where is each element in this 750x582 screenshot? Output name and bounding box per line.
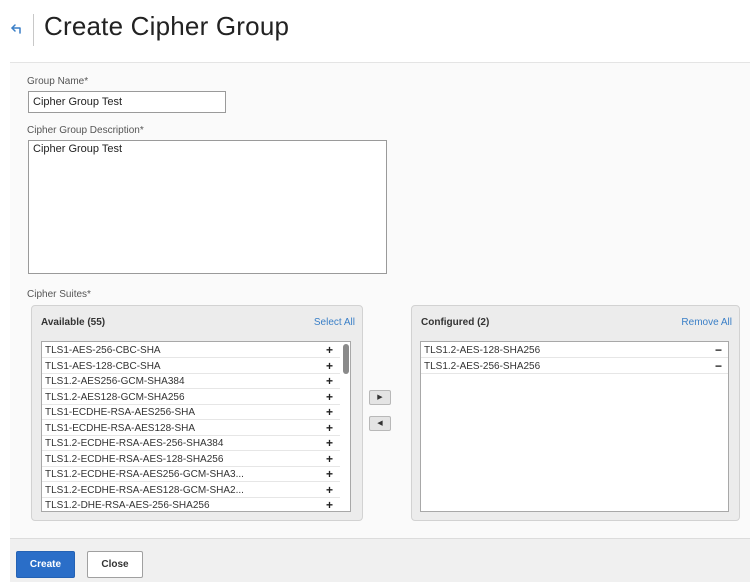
available-item-label: TLS1-ECDHE-RSA-AES128-SHA: [45, 422, 196, 434]
available-item-label: TLS1.2-DHE-RSA-AES-256-SHA256: [45, 500, 210, 511]
available-item-label: TLS1.2-AES128-GCM-SHA256: [45, 391, 185, 403]
available-item-label: TLS1.2-ECDHE-RSA-AES256-GCM-SHA3...: [45, 469, 244, 480]
configured-title: Configured (2): [421, 317, 490, 328]
remove-icon[interactable]: −: [715, 359, 722, 374]
available-item[interactable]: TLS1.2-AES256-GCM-SHA384 +: [42, 374, 340, 389]
add-icon[interactable]: +: [326, 452, 333, 467]
create-cipher-group-form: Group Name* Cipher Group Description* Ci…: [10, 62, 750, 538]
move-left-button[interactable]: ◀: [369, 416, 391, 431]
add-icon[interactable]: +: [326, 436, 333, 451]
configured-item[interactable]: TLS1.2-AES-128-SHA256 −: [421, 343, 728, 358]
available-list[interactable]: TLS1-AES-256-CBC-SHA + TLS1-AES-128-CBC-SH…: [41, 341, 351, 512]
available-item-label: TLS1-AES-256-CBC-SHA: [45, 345, 161, 356]
add-icon[interactable]: +: [326, 405, 333, 420]
available-item[interactable]: TLS1.2-ECDHE-RSA-AES128-GCM-SHA2... +: [42, 483, 340, 498]
configured-list[interactable]: TLS1.2-AES-128-SHA256− TLS1.2-AES-256-SHA…: [420, 341, 729, 512]
add-icon[interactable]: +: [326, 374, 333, 389]
available-item-label: TLS1.2-AES256-GCM-SHA384: [45, 376, 185, 387]
available-item-label: TLS1-ECDHE-RSA-AES256-SHA: [45, 407, 196, 418]
available-item[interactable]: TLS1-AES-128-CBC-SHA +: [42, 359, 340, 374]
add-icon[interactable]: +: [326, 359, 333, 374]
available-item-label: TLS1.2-ECDHE-RSA-AES-128-SHA256: [45, 453, 224, 465]
add-icon[interactable]: +: [326, 421, 333, 436]
create-button[interactable]: Create: [16, 551, 75, 578]
available-scrollbar[interactable]: [343, 344, 349, 374]
cipher-suites-label: Cipher Suites*: [27, 289, 91, 300]
page-header: Create Cipher Group: [0, 0, 750, 60]
available-item-label: TLS1.2-ECDHE-RSA-AES128-GCM-SHA2...: [45, 484, 244, 496]
description-textarea[interactable]: Cipher Group Test: [28, 140, 387, 274]
title-divider: [33, 14, 34, 46]
remove-all-link[interactable]: Remove All: [681, 317, 732, 328]
move-right-icon: ▶: [377, 394, 383, 401]
available-item[interactable]: TLS1-ECDHE-RSA-AES256-SHA +: [42, 405, 340, 420]
configured-panel: Configured (2) Remove All TLS1.2-AES-128…: [411, 305, 740, 521]
available-item[interactable]: TLS1.2-ECDHE-RSA-AES-128-SHA256 +: [42, 452, 340, 467]
description-label: Cipher Group Description*: [27, 125, 144, 136]
available-item[interactable]: TLS1.2-AES128-GCM-SHA256 +: [42, 390, 340, 405]
back-arrow-icon[interactable]: [10, 22, 24, 36]
add-icon[interactable]: +: [326, 467, 333, 482]
add-icon[interactable]: +: [326, 498, 333, 511]
add-icon[interactable]: +: [326, 390, 333, 405]
available-item[interactable]: TLS1.2-ECDHE-RSA-AES-256-SHA384 +: [42, 436, 340, 451]
available-title: Available (55): [41, 317, 106, 328]
available-item[interactable]: TLS1-AES-256-CBC-SHA +: [42, 343, 340, 358]
available-item-label: TLS1.2-ECDHE-RSA-AES-256-SHA384: [45, 438, 224, 449]
add-icon[interactable]: +: [326, 343, 333, 358]
move-right-button[interactable]: ▶: [369, 390, 391, 405]
page-title: Create Cipher Group: [44, 11, 290, 41]
add-icon[interactable]: +: [326, 483, 333, 498]
group-name-label: Group Name*: [27, 76, 89, 87]
form-footer: Create Close: [10, 538, 750, 582]
configured-item-label: TLS1.2-AES-128-SHA256: [424, 345, 541, 356]
group-name-input[interactable]: [28, 91, 226, 113]
available-item[interactable]: TLS1.2-ECDHE-RSA-AES256-GCM-SHA3... +: [42, 467, 340, 482]
available-item-label: TLS1-AES-128-CBC-SHA: [45, 360, 161, 372]
configured-item-label: TLS1.2-AES-256-SHA256: [424, 360, 541, 372]
remove-icon[interactable]: −: [715, 343, 722, 358]
available-item[interactable]: TLS1.2-DHE-RSA-AES-256-SHA256 +: [42, 498, 340, 511]
configured-item[interactable]: TLS1.2-AES-256-SHA256 −: [421, 359, 728, 374]
available-panel: Available (55) Select All TLS1-AES-256-C…: [31, 305, 363, 521]
available-item[interactable]: TLS1-ECDHE-RSA-AES128-SHA +: [42, 421, 340, 436]
close-button[interactable]: Close: [87, 551, 143, 578]
move-left-icon: ◀: [377, 420, 383, 427]
select-all-link[interactable]: Select All: [314, 317, 355, 328]
